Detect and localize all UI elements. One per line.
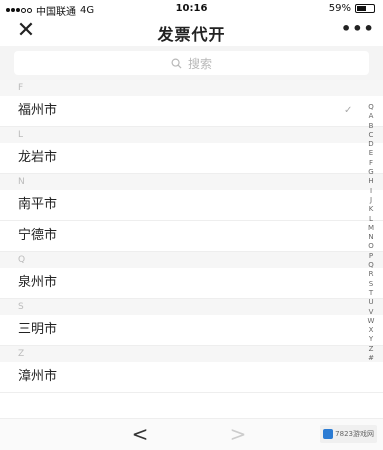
index-letter[interactable]: A (369, 112, 374, 121)
index-letter[interactable]: T (369, 289, 373, 298)
city-list-item[interactable]: 南平市 (0, 190, 383, 221)
city-name: 漳州市 (18, 369, 58, 384)
city-list: F 福州市 ✓ L 龙岩市 N 南平市宁德市 Q 泉州市 S 三明市 Z 漳州市 (0, 80, 383, 393)
app-screen: 中国联通 4G 10:16 59% ✕ 发票代开 ••• 搜索 F 福州市 ✓ L 龙岩… (0, 0, 383, 450)
back-button[interactable]: < (130, 420, 150, 448)
index-letter[interactable]: F (369, 159, 373, 168)
index-letter[interactable]: P (369, 252, 373, 261)
index-letter[interactable]: S (369, 280, 373, 289)
search-area: 搜索 (0, 46, 383, 80)
index-letter[interactable]: L (369, 215, 373, 224)
status-time: 10:16 (175, 3, 208, 14)
index-letter[interactable]: K (369, 205, 374, 214)
check-icon: ✓ (344, 105, 353, 116)
index-letter[interactable]: R (369, 270, 374, 279)
index-letter[interactable]: N (368, 233, 373, 242)
index-letter[interactable]: E (369, 149, 373, 158)
watermark: 7823游戏网 (320, 425, 377, 443)
page-title: 发票代开 (157, 25, 226, 44)
search-placeholder: 搜索 (187, 56, 212, 71)
index-letter[interactable]: X (369, 326, 374, 335)
bottom-toolbar: < > 7823游戏网 (0, 418, 383, 450)
index-letter[interactable]: C (369, 131, 374, 140)
city-list-item[interactable]: 宁德市 (0, 221, 383, 252)
forward-button[interactable]: > (228, 420, 248, 448)
battery-icon (355, 4, 375, 13)
section-header: F (0, 80, 383, 96)
index-letter[interactable]: J (370, 196, 372, 205)
city-list-item[interactable]: 三明市 (0, 315, 383, 346)
city-name: 龙岩市 (18, 150, 58, 165)
index-letter[interactable]: Q (368, 103, 374, 112)
battery-percent: 59% (328, 3, 351, 14)
city-name: 三明市 (18, 322, 58, 337)
section-header: Z (0, 346, 383, 362)
city-name: 福州市 (18, 103, 58, 118)
watermark-logo-icon (323, 429, 334, 439)
search-input[interactable]: 搜索 (14, 51, 369, 75)
alphabet-index[interactable]: Q A B C D E F G H I J K L M N O P Q R S T U V W X Y Z # (363, 103, 379, 363)
index-letter[interactable]: Z (369, 345, 374, 354)
index-letter[interactable]: D (368, 140, 373, 149)
index-letter[interactable]: Q (368, 261, 374, 270)
index-letter[interactable]: H (368, 177, 373, 186)
index-letter[interactable]: W (368, 317, 375, 326)
city-name: 泉州市 (18, 275, 58, 290)
section-header: S (0, 299, 383, 315)
city-name: 宁德市 (18, 228, 58, 243)
index-letter[interactable]: B (369, 122, 374, 131)
index-letter[interactable]: V (369, 308, 374, 317)
section-header: Q (0, 252, 383, 268)
index-letter[interactable]: # (368, 354, 374, 363)
index-letter[interactable]: U (368, 298, 373, 307)
section-header: N (0, 174, 383, 190)
search-icon (171, 58, 182, 69)
index-letter[interactable]: Y (369, 335, 373, 344)
city-list-item[interactable]: 漳州市 (0, 362, 383, 393)
city-name: 南平市 (18, 197, 58, 212)
status-right: 59% (329, 3, 375, 14)
section-header: L (0, 127, 383, 143)
watermark-text: 7823游戏网 (335, 430, 374, 438)
city-list-item[interactable]: 福州市 ✓ (0, 96, 383, 127)
index-letter[interactable]: I (370, 187, 372, 196)
city-list-item[interactable]: 泉州市 (0, 268, 383, 299)
index-letter[interactable]: M (368, 224, 374, 233)
city-list-item[interactable]: 龙岩市 (0, 143, 383, 174)
nav-bar: ✕ 发票代开 ••• (0, 16, 383, 46)
more-button[interactable]: ••• (341, 18, 374, 44)
index-letter[interactable]: G (368, 168, 373, 177)
index-letter[interactable]: O (368, 242, 374, 251)
